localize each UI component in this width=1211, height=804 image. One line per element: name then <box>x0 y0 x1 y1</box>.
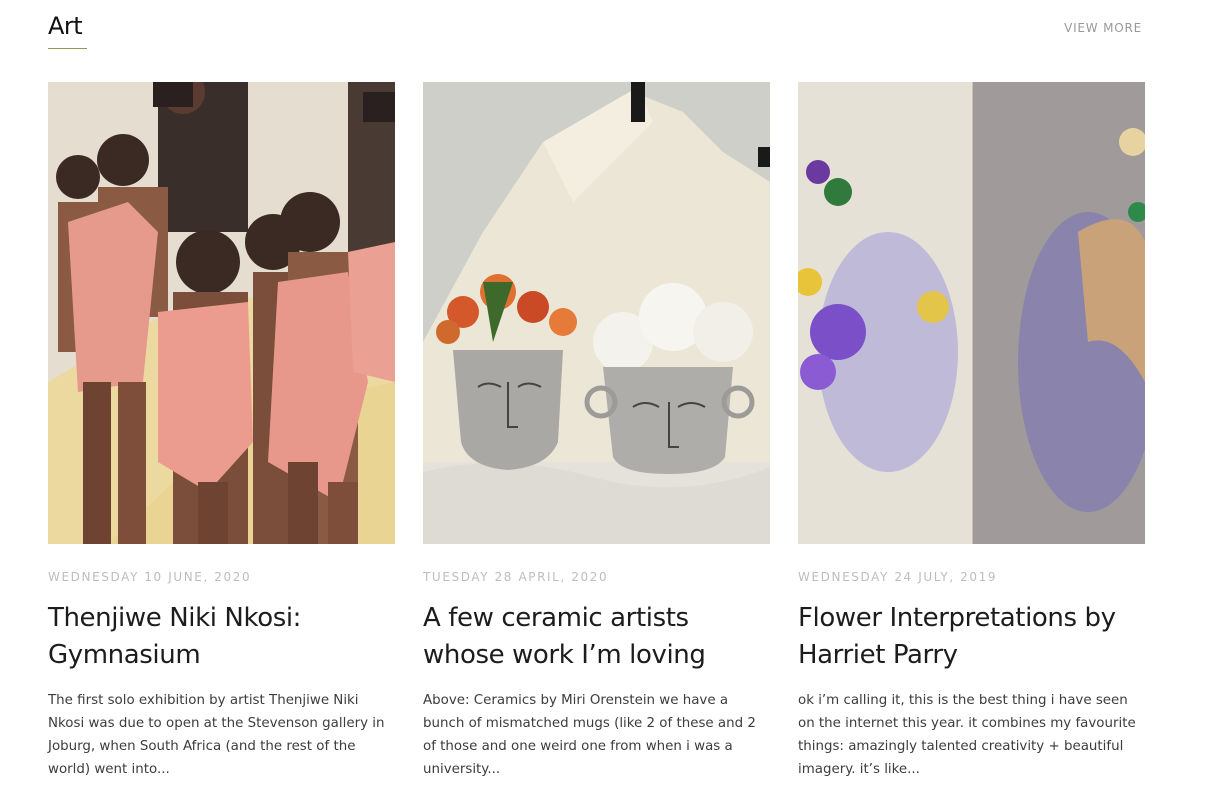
post-date: WEDNESDAY 10 JUNE, 2020 <box>48 570 252 584</box>
post-excerpt: ok i’m calling it, this is the best thin… <box>798 693 1136 777</box>
post-excerpt: Above: Ceramics by Miri Orenstein we hav… <box>423 693 756 777</box>
post-card[interactable]: WEDNESDAY 10 JUNE, 2020 Thenjiwe Niki Nk… <box>48 82 395 781</box>
post-image-flowers[interactable] <box>798 82 1145 544</box>
post-title[interactable]: A few ceramic artists whose work I’m lov… <box>423 600 770 674</box>
post-card[interactable]: TUESDAY 28 APRIL, 2020 A few ceramic art… <box>423 82 770 781</box>
post-title[interactable]: Thenjiwe Niki Nkosi: Gymnasium <box>48 600 395 674</box>
post-image-ceramics[interactable] <box>423 82 770 544</box>
post-title[interactable]: Flower Interpretations by Harriet Parry <box>798 600 1145 674</box>
section-header: Art VIEW MORE <box>48 12 1145 52</box>
section-title: Art <box>48 12 83 40</box>
title-underline <box>48 48 87 49</box>
post-date: WEDNESDAY 24 JULY, 2019 <box>798 570 998 584</box>
view-more-link[interactable]: VIEW MORE <box>1064 21 1142 35</box>
post-card[interactable]: WEDNESDAY 24 JULY, 2019 Flower Interpret… <box>798 82 1145 781</box>
post-image-gymnasium[interactable] <box>48 82 395 544</box>
post-excerpt: The first solo exhibition by artist Then… <box>48 693 385 777</box>
post-date: TUESDAY 28 APRIL, 2020 <box>423 570 609 584</box>
